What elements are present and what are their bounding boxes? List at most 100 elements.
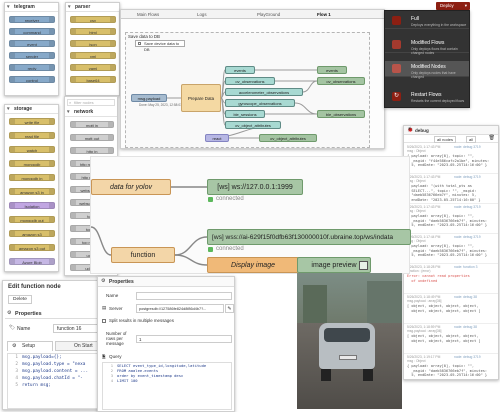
deploy-full-item[interactable]: Full Deploys everything in the workspace: [385, 13, 469, 29]
filter-nodes-input[interactable]: ⌕ filter nodes: [67, 99, 115, 106]
inject-node[interactable]: msg.payload: [131, 94, 167, 102]
debug-message-body[interactable]: [ object, object, object, object, object…: [407, 334, 495, 343]
palette-node[interactable]: reply: [9, 64, 55, 71]
debug-message-body[interactable]: { payload: array[0], topic: "", _msgid: …: [407, 364, 495, 378]
debug-message-node[interactable]: node: debug 3719: [454, 145, 481, 149]
palette-node[interactable]: mongodb out: [9, 216, 55, 223]
debug-clear-dropdown[interactable]: all: [466, 136, 477, 143]
ov-object-attributes-node[interactable]: ov_object_attributes: [225, 121, 281, 129]
ble-sessions-node[interactable]: ble_sessions: [225, 110, 265, 118]
palette-node[interactable]: receiver: [9, 16, 55, 23]
node-icon: [71, 187, 76, 192]
pencil-icon[interactable]: ✎: [225, 304, 234, 313]
palette-node[interactable]: xml: [70, 52, 116, 59]
palette-node[interactable]: command: [9, 28, 55, 35]
delete-button[interactable]: Delete: [8, 295, 32, 304]
debug-message-node[interactable]: node: debug 38: [454, 295, 477, 299]
node-icon: [110, 17, 115, 22]
restart-flows-item[interactable]: ↻ Restart Flows Restarts the current dep…: [385, 89, 469, 105]
properties-header[interactable]: ⚙ Properties: [98, 277, 234, 287]
deploy-modified-nodes-item[interactable]: Modified Nodes Only deploys nodes that h…: [385, 61, 469, 79]
debug-message-body[interactable]: Error: cannot read properties of undefin…: [407, 274, 495, 283]
wire[interactable]: [302, 80, 318, 93]
debug-message-body[interactable]: { payload: "(with total_pts as SELECT...…: [407, 184, 495, 202]
node-icon: [49, 147, 54, 152]
palette-node[interactable]: mqtt in: [70, 121, 114, 128]
palette-node[interactable]: amazon s3 in: [9, 188, 55, 195]
debug-message-node[interactable]: node: debug 38: [454, 325, 477, 329]
debug-filter-dropdown[interactable]: all nodes: [434, 136, 457, 143]
image-preview-node[interactable]: image preview: [297, 257, 371, 273]
palette-node[interactable]: mongodb in: [9, 174, 55, 181]
websocket-out-node-1[interactable]: [ws] ws://127.0.0.1:1999: [207, 179, 303, 195]
palette-node[interactable]: mongodb: [9, 160, 55, 167]
rows-field[interactable]: 1: [136, 335, 232, 343]
palette-node-label: receiver: [24, 18, 40, 23]
data-for-yolov-node[interactable]: data for yolov: [91, 179, 171, 195]
debug-message-list[interactable]: 5/26/2023, 1:17:43 PM node: debug 3719 msg…: [404, 144, 498, 379]
debug-message-body[interactable]: [ object, object, object, object, object…: [407, 304, 495, 313]
debug-message-node[interactable]: node: function 3: [454, 265, 477, 269]
code-editor[interactable]: 1 msg.payload={}; 2 msg.payload.type = "nex…: [7, 353, 109, 409]
palette-section-header[interactable]: parser: [66, 3, 119, 12]
palette-node[interactable]: amazon s3 out: [9, 244, 55, 251]
palette-node[interactable]: sender: [9, 52, 55, 59]
pg-name-field[interactable]: [136, 292, 232, 300]
palette-node[interactable]: read file: [9, 132, 55, 139]
accelerometer-observations-node[interactable]: accelerometer_observations: [225, 88, 303, 96]
chevron-down-icon: ▾: [464, 3, 467, 8]
palette-node[interactable]: write file: [9, 118, 55, 125]
debug-message-node[interactable]: node: debug 3719: [454, 205, 481, 209]
palette-node[interactable]: Isolation: [9, 202, 55, 209]
events-node[interactable]: events: [225, 66, 255, 74]
tab-on-start[interactable]: On Start: [55, 341, 101, 351]
react-node[interactable]: react: [205, 134, 229, 142]
prepare-data-node[interactable]: Prepare Data: [181, 84, 221, 112]
palette-section-header[interactable]: storage: [5, 105, 58, 114]
debug-message-node[interactable]: node: debug 3719: [454, 355, 481, 359]
palette-node[interactable]: csv: [70, 16, 116, 23]
server-select[interactable]: postgresdb://127586fe824d8f86d4b7?...: [136, 304, 224, 313]
code-text: msg.payload={};: [22, 355, 62, 360]
deploy-modified-flows-item[interactable]: Modified Flows Only deploys flows that c…: [385, 37, 469, 55]
ov-observations-out-node[interactable]: ov_observations: [317, 77, 365, 85]
deploy-button[interactable]: Deploy ▾: [436, 2, 470, 10]
function-node[interactable]: function: [111, 247, 175, 263]
properties-header[interactable]: ⚙ Properties: [5, 310, 107, 319]
query-editor[interactable]: 1 SELECT event_type_id,longitude,latitude…: [102, 362, 232, 410]
wire[interactable]: [294, 102, 318, 115]
wire[interactable]: [91, 226, 112, 256]
ble-observations-out-node[interactable]: ble_observations: [317, 110, 365, 118]
tab-setup[interactable]: ⚙ Setup: [7, 341, 53, 351]
palette-node[interactable]: mqtt out: [70, 134, 114, 141]
node-icon: [10, 245, 15, 250]
palette-section-header[interactable]: telegram: [5, 3, 58, 12]
palette-node[interactable]: json: [70, 40, 116, 47]
display-image-node[interactable]: Display image: [207, 257, 299, 273]
palette-node[interactable]: event: [9, 40, 55, 47]
palette-node[interactable]: base64: [70, 76, 116, 83]
events-out-node[interactable]: events: [317, 66, 347, 74]
debug-message-body[interactable]: { payload: array[0], topic: "", _msgid: …: [407, 154, 495, 168]
palette-node[interactable]: http in: [70, 147, 114, 154]
debug-message-body[interactable]: { payload: array[0], topic: "", _msgid: …: [407, 244, 495, 258]
palette-node[interactable]: watch: [9, 146, 55, 153]
debug-message-body[interactable]: { payload: array[0], topic: "", _msgid: …: [407, 214, 495, 228]
trash-icon[interactable]: 🗑: [489, 135, 495, 141]
palette-node[interactable]: control: [9, 76, 55, 83]
websocket-out-node-2[interactable]: [ws] wss://ai-629f15f0dfb63f130000010f.u…: [207, 229, 411, 245]
gyroscope-observations-node[interactable]: gyroscope_observations: [225, 99, 295, 107]
palette-node[interactable]: amazon s3: [9, 230, 55, 237]
ov-object-attributes-out-node[interactable]: ov_object_attributes: [259, 134, 317, 142]
node-icon: [49, 41, 54, 46]
palette-node[interactable]: html: [70, 28, 116, 35]
debug-message-node[interactable]: node: debug 3719: [454, 235, 481, 239]
debug-message-node[interactable]: node: debug 3719: [454, 175, 481, 179]
ov-observations-node[interactable]: ov_observations: [225, 77, 275, 85]
palette-section-header[interactable]: network: [65, 108, 117, 117]
split-checkbox[interactable]: [102, 319, 106, 323]
palette-node[interactable]: yaml: [70, 64, 116, 71]
wire[interactable]: [174, 236, 208, 256]
palette-node[interactable]: Azure Blob: [9, 258, 55, 265]
wire[interactable]: [174, 254, 208, 266]
